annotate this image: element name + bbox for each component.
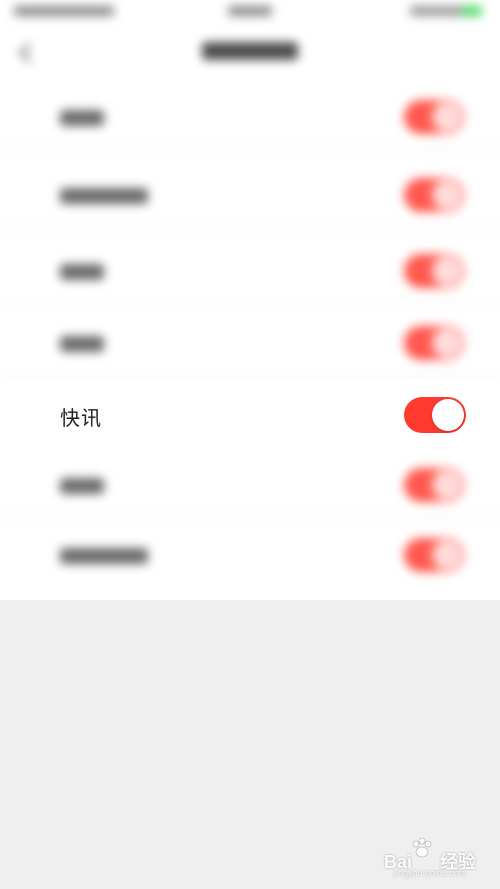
flash-news-toggle[interactable]: [404, 397, 466, 433]
list-item[interactable]: [0, 80, 500, 150]
nav-bar: [0, 28, 500, 80]
toggle-switch[interactable]: [404, 326, 464, 360]
list-item-label: [60, 110, 104, 126]
divider: [0, 375, 500, 376]
list-item[interactable]: [0, 518, 500, 588]
page-title: [202, 42, 298, 60]
list-item-label: [60, 548, 148, 564]
list-item-flash-news[interactable]: 快讯: [0, 380, 500, 450]
list-item-label: [60, 264, 104, 280]
toggle-switch[interactable]: [404, 178, 464, 212]
status-time: [228, 6, 272, 16]
watermark-subtext: jingyan.baidu.com: [394, 868, 467, 878]
list-item[interactable]: [0, 234, 500, 304]
list-item[interactable]: [0, 448, 500, 518]
status-bar: [0, 0, 500, 28]
divider: [0, 149, 500, 150]
settings-screen: [0, 0, 500, 600]
status-carrier: [14, 6, 114, 16]
list-item[interactable]: [0, 306, 500, 376]
divider: [0, 227, 500, 228]
toggle-knob: [432, 399, 464, 431]
baidu-jingyan-watermark: Bai 经验 jingyan.baidu.com: [384, 837, 494, 878]
list-item-label: 快讯: [60, 406, 102, 430]
toggle-switch[interactable]: [404, 254, 464, 288]
list-item-label: [60, 478, 104, 494]
list-item[interactable]: [0, 158, 500, 228]
toggle-switch[interactable]: [404, 100, 464, 134]
toggle-switch[interactable]: [404, 468, 464, 502]
list-item-label: [60, 336, 104, 352]
list-item-label: [60, 188, 148, 204]
battery-icon: [462, 6, 482, 16]
divider: [0, 303, 500, 304]
toggle-switch[interactable]: [404, 538, 464, 572]
back-icon[interactable]: [19, 43, 39, 63]
